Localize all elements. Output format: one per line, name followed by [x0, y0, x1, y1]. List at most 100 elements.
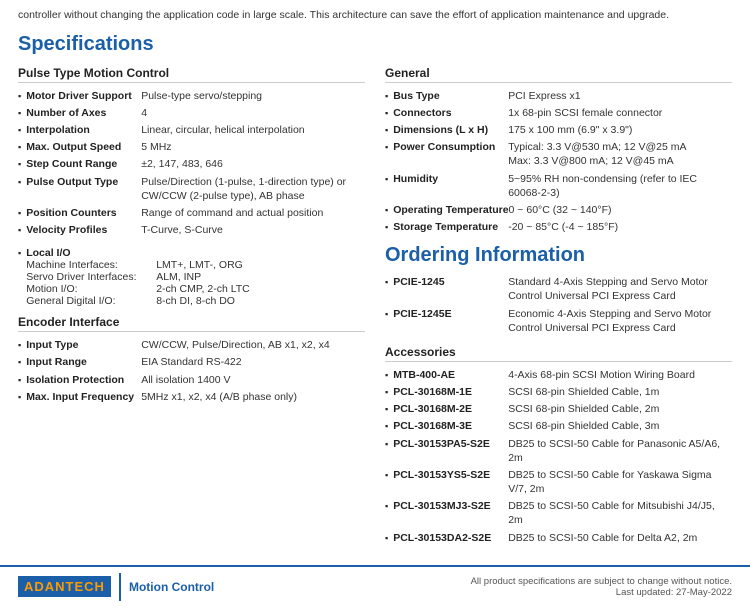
spec-label: Humidity — [393, 172, 508, 186]
spec-label: Storage Temperature — [393, 220, 508, 234]
list-item: PCL-30153DA2-S2E DB25 to SCSI-50 Cable f… — [385, 531, 732, 545]
logo-highlight: ANTECH — [45, 579, 105, 594]
spec-label: Operating Temperature — [393, 203, 508, 217]
spec-value: T-Curve, S-Curve — [141, 223, 223, 237]
spec-value: 5MHz x1, x2, x4 (A/B phase only) — [141, 390, 297, 404]
spec-value: 4 — [141, 106, 147, 120]
ordering-list: PCIE-1245 Standard 4-Axis Stepping and S… — [385, 275, 732, 335]
list-item: Dimensions (L x H) 175 x 100 mm (6.9" x … — [385, 123, 732, 137]
list-item: Input Type CW/CCW, Pulse/Direction, AB x… — [18, 338, 365, 352]
local-io-sub-key: Motion I/O: — [26, 283, 156, 295]
spec-label: Step Count Range — [26, 157, 141, 171]
spec-value: SCSI 68-pin Shielded Cable, 2m — [508, 402, 659, 416]
list-item: Interpolation Linear, circular, helical … — [18, 123, 365, 137]
spec-value: 5 MHz — [141, 140, 171, 154]
spec-value: ±2, 147, 483, 646 — [141, 157, 223, 171]
list-item: Storage Temperature -20 ~ 85°C (-4 ~ 185… — [385, 220, 732, 234]
local-io-inner: Local I/O Machine Interfaces: LMT+, LMT-… — [26, 247, 250, 307]
accessories-list: MTB-400-AE 4-Axis 68-pin SCSI Motion Wir… — [385, 368, 732, 545]
spec-value: 175 x 100 mm (6.9" x 3.9") — [508, 123, 632, 137]
spec-value: Typical: 3.3 V@530 mA; 12 V@25 mAMax: 3.… — [508, 140, 686, 168]
spec-label: Connectors — [393, 106, 508, 120]
spec-value: 5~95% RH non-condensing (refer to IEC 60… — [508, 172, 732, 200]
spec-value: SCSI 68-pin Shielded Cable, 3m — [508, 419, 659, 433]
spec-value: DB25 to SCSI-50 Cable for Delta A2, 2m — [508, 531, 697, 545]
footer-left: ADANTECH Motion Control — [18, 573, 214, 601]
encoder-section-title: Encoder Interface — [18, 315, 365, 332]
spec-label: PCL-30153DA2-S2E — [393, 531, 508, 545]
general-spec-list: Bus Type PCI Express x1 Connectors 1x 68… — [385, 89, 732, 235]
list-item: Max. Input Frequency 5MHz x1, x2, x4 (A/… — [18, 390, 365, 404]
spec-value: PCI Express x1 — [508, 89, 580, 103]
spec-value: DB25 to SCSI-50 Cable for Yaskawa Sigma … — [508, 468, 732, 496]
local-io-sub-key: Servo Driver Interfaces: — [26, 271, 156, 283]
spec-value: 4-Axis 68-pin SCSI Motion Wiring Board — [508, 368, 695, 382]
spec-value: SCSI 68-pin Shielded Cable, 1m — [508, 385, 659, 399]
spec-label: PCL-30168M-3E — [393, 419, 508, 433]
list-item: PCL-30168M-3E SCSI 68-pin Shielded Cable… — [385, 419, 732, 433]
spec-label: Interpolation — [26, 123, 141, 137]
spec-value: Linear, circular, helical interpolation — [141, 123, 304, 137]
list-item: PCIE-1245E Economic 4-Axis Stepping and … — [385, 307, 732, 335]
list-item: PCL-30153PA5-S2E DB25 to SCSI-50 Cable f… — [385, 437, 732, 465]
intro-text: controller without changing the applicat… — [18, 8, 732, 23]
spec-label: PCL-30168M-2E — [393, 402, 508, 416]
pulse-spec-list: Motor Driver Support Pulse-type servo/st… — [18, 89, 365, 238]
list-item: Step Count Range ±2, 147, 483, 646 — [18, 157, 365, 171]
footer-right: All product specifications are subject t… — [471, 576, 732, 598]
spec-value: Range of command and actual position — [141, 206, 323, 220]
list-item: MTB-400-AE 4-Axis 68-pin SCSI Motion Wir… — [385, 368, 732, 382]
spec-label: Max. Input Frequency — [26, 390, 141, 404]
list-item: Isolation Protection All isolation 1400 … — [18, 373, 365, 387]
list-item: Motion I/O: 2-ch CMP, 2-ch LTC — [26, 283, 250, 295]
max-output-speed-label: Max. Output Speed — [26, 140, 141, 154]
spec-label: PCIE-1245E — [393, 307, 508, 321]
spec-value: DB25 to SCSI-50 Cable for Panasonic A5/A… — [508, 437, 732, 465]
spec-value: CW/CCW, Pulse/Direction, AB x1, x2, x4 — [141, 338, 329, 352]
footer-divider — [119, 573, 121, 601]
spec-label: PCL-30153PA5-S2E — [393, 437, 508, 451]
local-io-sub-key: Machine Interfaces: — [26, 259, 156, 271]
logo-text: AD — [24, 579, 45, 594]
spec-label: Motor Driver Support — [26, 89, 141, 103]
list-item: PCL-30153YS5-S2E DB25 to SCSI-50 Cable f… — [385, 468, 732, 496]
list-item: PCL-30168M-1E SCSI 68-pin Shielded Cable… — [385, 385, 732, 399]
footer-logo: ADANTECH — [18, 576, 111, 597]
specs-title: Specifications — [18, 33, 732, 56]
spec-label: Position Counters — [26, 206, 141, 220]
pulse-section-title: Pulse Type Motion Control — [18, 66, 365, 83]
spec-value: EIA Standard RS-422 — [141, 355, 241, 369]
spec-value: All isolation 1400 V — [141, 373, 230, 387]
list-item: PCIE-1245 Standard 4-Axis Stepping and S… — [385, 275, 732, 303]
isolation-protection-label: Isolation Protection — [26, 373, 141, 387]
pulse-output-type-label: Pulse Output Type — [26, 175, 141, 189]
ordering-title: Ordering Information — [385, 244, 732, 267]
local-io-sub-val: ALM, INP — [156, 271, 201, 283]
list-item: Pulse Output Type Pulse/Direction (1-pul… — [18, 175, 365, 203]
footer: ADANTECH Motion Control All product spec… — [0, 565, 750, 607]
spec-value: 1x 68-pin SCSI female connector — [508, 106, 662, 120]
list-item: Connectors 1x 68-pin SCSI female connect… — [385, 106, 732, 120]
spec-value: Pulse/Direction (1-pulse, 1-direction ty… — [141, 175, 365, 203]
list-item: Velocity Profiles T-Curve, S-Curve — [18, 223, 365, 237]
list-item: PCL-30153MJ3-S2E DB25 to SCSI-50 Cable f… — [385, 499, 732, 527]
right-column: General Bus Type PCI Express x1 Connecto… — [385, 66, 732, 555]
local-io-sub-val: 8-ch DI, 8-ch DO — [156, 295, 235, 307]
local-io-label: Local I/O — [26, 247, 250, 259]
spec-value: DB25 to SCSI-50 Cable for Mitsubishi J4/… — [508, 499, 732, 527]
spec-value: 0 ~ 60°C (32 ~ 140°F) — [509, 203, 612, 217]
spec-label: Velocity Profiles — [26, 223, 141, 237]
spec-label: Number of Axes — [26, 106, 141, 120]
left-column: Pulse Type Motion Control Motor Driver S… — [18, 66, 365, 555]
local-io-sub-key: General Digital I/O: — [26, 295, 156, 307]
spec-value: Pulse-type servo/stepping — [141, 89, 262, 103]
spec-label: PCL-30168M-1E — [393, 385, 508, 399]
spec-label: PCL-30153MJ3-S2E — [393, 499, 508, 513]
local-io-block: Local I/O Machine Interfaces: LMT+, LMT-… — [18, 247, 365, 307]
list-item: Machine Interfaces: LMT+, LMT-, ORG — [26, 259, 250, 271]
accessories-section-title: Accessories — [385, 345, 732, 362]
list-item: Position Counters Range of command and a… — [18, 206, 365, 220]
spec-value: Standard 4-Axis Stepping and Servo Motor… — [508, 275, 732, 303]
list-item: Bus Type PCI Express x1 — [385, 89, 732, 103]
spec-label: Dimensions (L x H) — [393, 123, 508, 137]
